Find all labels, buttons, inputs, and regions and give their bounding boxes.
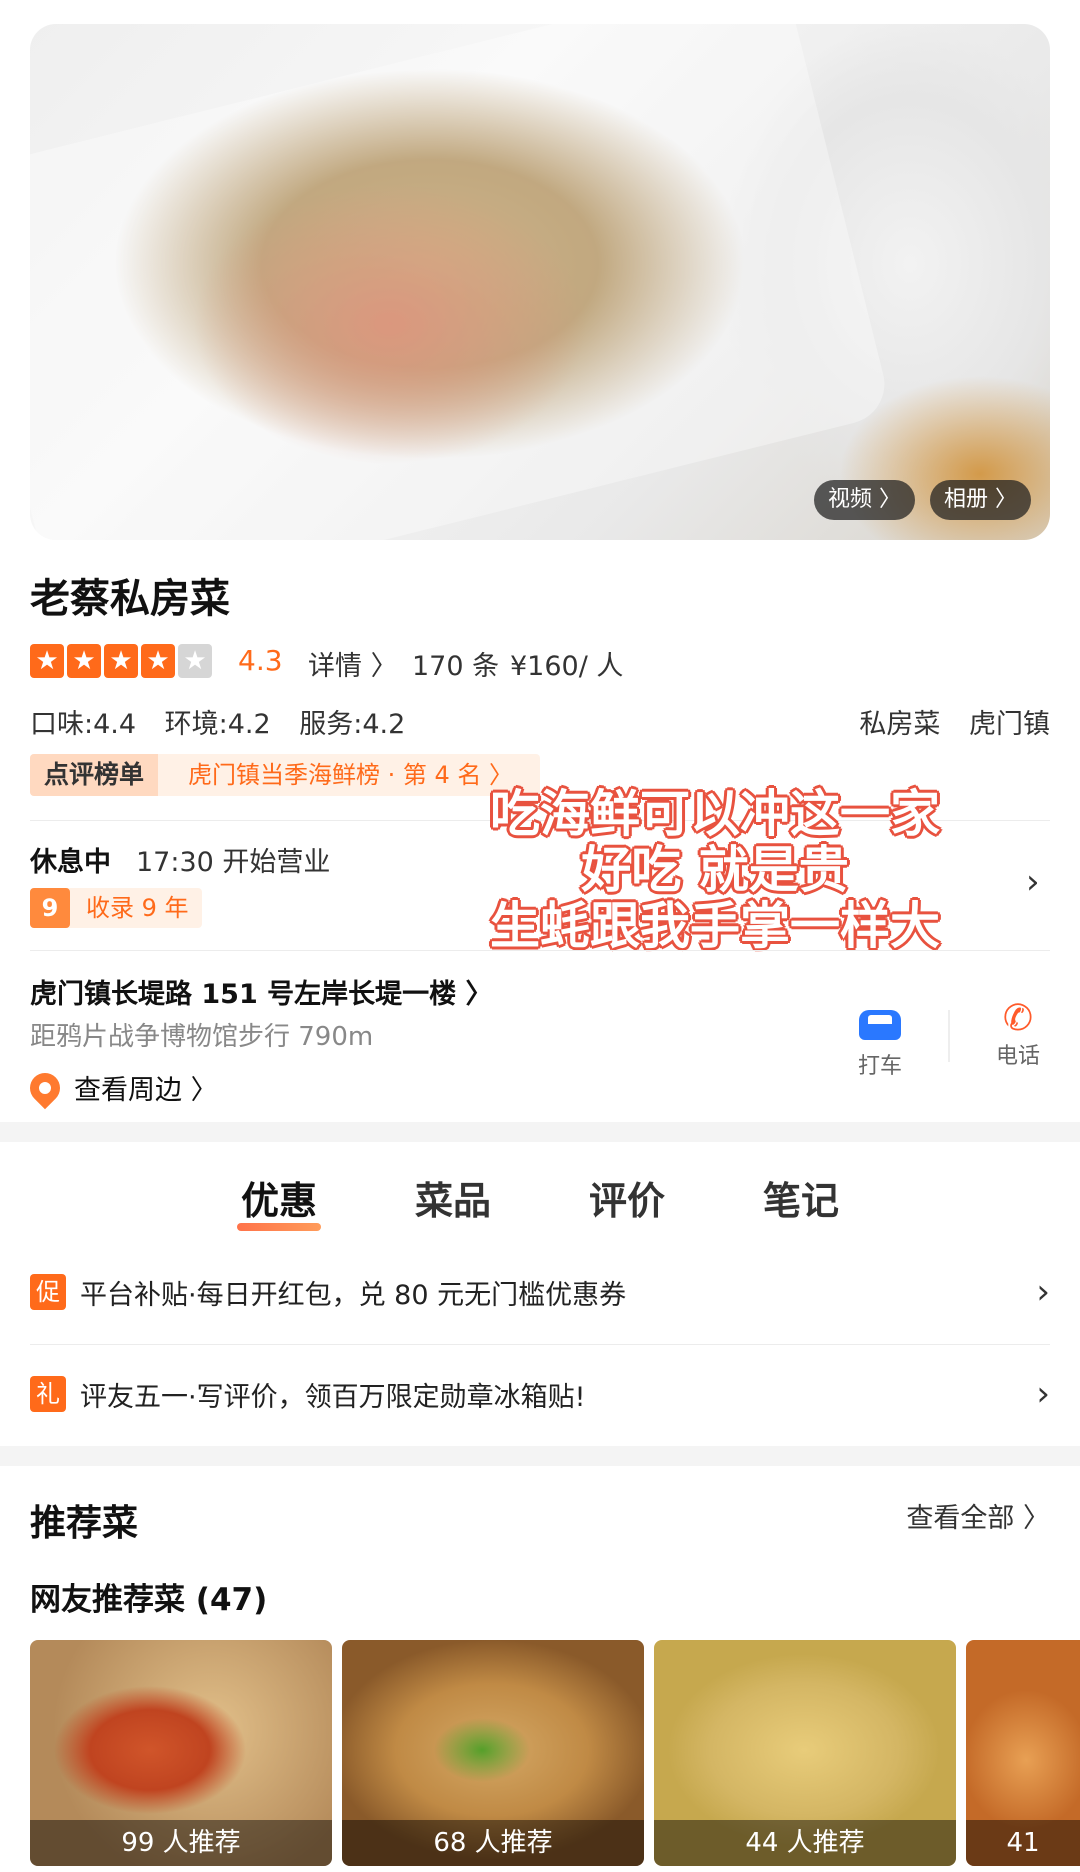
listed-years-badge: 9 收录 9 年 <box>30 888 202 928</box>
open-time: 17:30 开始营业 <box>136 847 331 878</box>
video-button[interactable]: 视频 〉 <box>814 480 915 520</box>
detail-link[interactable]: 详情 〉 <box>308 644 398 683</box>
phone-button[interactable]: ✆ 电话 <box>968 1000 1068 1070</box>
phone-icon: ✆ <box>1002 998 1034 1039</box>
gift-icon: 礼 <box>30 1376 66 1412</box>
content-tabs: 优惠 菜品 评价 笔记 <box>0 1170 1080 1231</box>
see-all-link[interactable]: 查看全部 〉 <box>906 1496 1050 1535</box>
promo-icon: 促 <box>30 1274 66 1310</box>
hero-plate-shape <box>30 24 893 540</box>
score-service: 服务:4.2 <box>299 709 406 740</box>
taxi-icon <box>859 1010 901 1040</box>
phone-label: 电话 <box>995 1044 1040 1069</box>
ranking-banner[interactable]: 点评榜单 虎门镇当季海鲜榜 · 第 4 名 〉 <box>30 754 540 796</box>
ranking-text: 虎门镇当季海鲜榜 · 第 4 名 〉 <box>188 761 514 789</box>
dish-recommend-count: 44 人推荐 <box>654 1820 956 1866</box>
nearby-link[interactable]: 查看周边 〉 <box>23 1066 218 1109</box>
star-icon: ★ <box>178 644 212 678</box>
chevron-right-icon: › <box>1036 1374 1050 1414</box>
dish-card[interactable]: 99 人推荐 <box>30 1640 332 1866</box>
shop-name: 老蔡私房菜 <box>30 576 230 622</box>
overlay-caption-line: 生蚝跟我手掌一样大 <box>490 897 940 955</box>
dish-recommend-count: 41 <box>966 1820 1080 1866</box>
promo-row[interactable]: 礼 评友五一·写评价，领百万限定勋章冰箱贴! › <box>30 1364 1050 1424</box>
tab-reviews[interactable]: 评价 <box>585 1170 669 1225</box>
overlay-caption-line: 好吃 就是贵 <box>581 841 849 899</box>
taxi-label: 打车 <box>857 1054 902 1079</box>
tab-notes[interactable]: 笔记 <box>759 1170 843 1225</box>
promo-text: 平台补贴·每日开红包，兑 80 元无门槛优惠券 <box>80 1279 627 1311</box>
promo-row[interactable]: 促 平台补贴·每日开红包，兑 80 元无门槛优惠券 › <box>30 1262 1050 1322</box>
score-taste: 口味:4.4 <box>30 709 137 740</box>
location-pin-icon <box>23 1066 67 1109</box>
album-button[interactable]: 相册 〉 <box>930 480 1031 520</box>
shop-tags: 私房菜 虎门镇 <box>839 702 1050 741</box>
recommend-title: 推荐菜 <box>30 1503 139 1544</box>
divider <box>30 950 1050 951</box>
dish-card[interactable]: 68 人推荐 <box>342 1640 644 1866</box>
divider <box>30 1344 1050 1345</box>
score-environment: 环境:4.2 <box>164 709 271 740</box>
star-icon: ★ <box>30 644 64 678</box>
promo-text: 评友五一·写评价，领百万限定勋章冰箱贴! <box>80 1381 586 1413</box>
dish-recommend-count: 99 人推荐 <box>30 1820 332 1866</box>
listed-number-icon: 9 <box>30 888 70 928</box>
tab-deals[interactable]: 优惠 <box>236 1170 321 1231</box>
divider <box>948 1010 950 1062</box>
section-separator <box>0 1446 1080 1466</box>
dish-recommend-count: 68 人推荐 <box>342 1820 644 1866</box>
hero-photo[interactable]: 视频 〉 相册 〉 <box>30 24 1050 540</box>
ranking-badge: 点评榜单 <box>30 754 159 796</box>
dish-card[interactable]: 41 <box>966 1640 1080 1866</box>
star-icon: ★ <box>104 644 138 678</box>
price-per-person: ¥160/ 人 <box>510 651 624 682</box>
distance-text: 距鸦片战争博物馆步行 790m <box>30 1022 374 1052</box>
listed-text: 收录 9 年 <box>86 894 189 922</box>
chevron-right-icon[interactable]: › <box>1026 862 1040 902</box>
user-recommend-title: 网友推荐菜 (47) <box>30 1582 268 1618</box>
section-separator <box>0 1122 1080 1142</box>
address-link[interactable]: 虎门镇长堤路 151 号左岸长堤一楼 〉 <box>30 972 493 1011</box>
tab-dishes[interactable]: 菜品 <box>411 1170 495 1225</box>
open-status: 休息中 <box>30 847 111 878</box>
tag-cuisine[interactable]: 私房菜 <box>859 709 940 740</box>
rating-score: 4.3 <box>238 644 283 677</box>
overlay-caption-line: 吃海鲜可以冲这一家 <box>490 785 940 843</box>
taxi-button[interactable]: 打车 <box>830 1010 930 1080</box>
overlay-caption: 吃海鲜可以冲这一家 好吃 就是贵 生蚝跟我手掌一样大 <box>470 786 960 954</box>
nearby-label: 查看周边 〉 <box>74 1075 218 1106</box>
star-rating: ★ ★ ★ ★ ★ <box>30 644 212 678</box>
review-count: 170 条 <box>412 651 500 682</box>
tag-area[interactable]: 虎门镇 <box>969 709 1050 740</box>
sub-scores: 口味:4.4 环境:4.2 服务:4.2 <box>30 702 425 741</box>
dish-card[interactable]: 44 人推荐 <box>654 1640 956 1866</box>
chevron-right-icon: › <box>1036 1272 1050 1312</box>
star-icon: ★ <box>67 644 101 678</box>
star-icon: ★ <box>141 644 175 678</box>
